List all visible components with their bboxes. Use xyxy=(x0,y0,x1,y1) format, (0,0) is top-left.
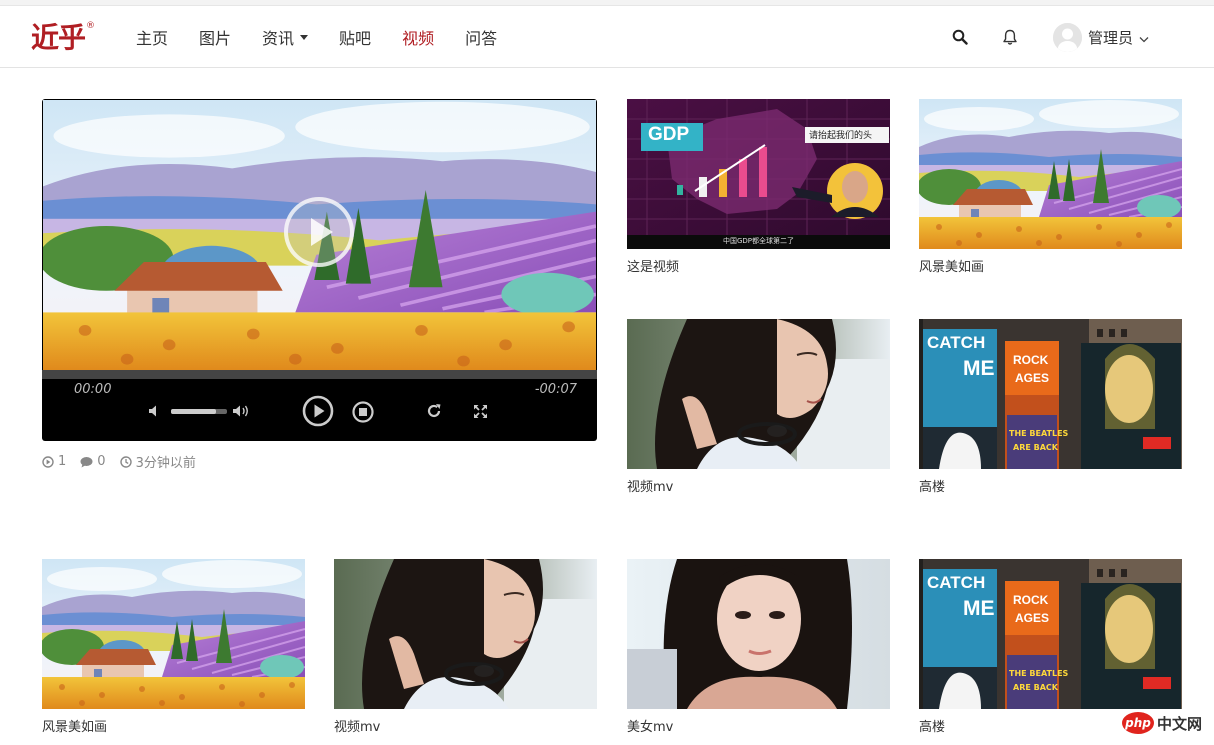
volume-up-icon xyxy=(233,405,248,417)
video-stats: 1 0 3分钟以前 xyxy=(42,452,210,471)
sign-text: ROCK xyxy=(1013,353,1049,367)
sign-text: CATCH xyxy=(927,333,986,352)
current-time: 00:00 xyxy=(74,382,112,397)
watermark-badge: php xyxy=(1122,712,1154,734)
notifications-button[interactable] xyxy=(998,6,1022,68)
video-thumbnail[interactable] xyxy=(919,99,1182,249)
nav-item-news-label: 资讯 xyxy=(262,29,295,48)
video-card[interactable]: 风景美如画 xyxy=(42,559,305,735)
volume-slider[interactable] xyxy=(171,409,227,414)
nav-item-qa[interactable]: 问答 xyxy=(465,25,497,49)
video-card[interactable]: 美女mv xyxy=(627,559,890,735)
video-title[interactable]: 美女mv xyxy=(627,716,890,735)
video-card[interactable]: 视频mv xyxy=(627,319,890,495)
comment-count: 0 xyxy=(80,454,106,469)
comment-count-value: 0 xyxy=(97,454,106,469)
thumbnail-speech-bubble: 请抬起我们的头 xyxy=(809,131,873,141)
bell-icon xyxy=(998,25,1022,49)
video-thumbnail[interactable] xyxy=(334,559,597,709)
nav-item-video[interactable]: 视频 xyxy=(402,25,434,49)
video-card[interactable]: 视频mv xyxy=(334,559,597,735)
video-title[interactable]: 风景美如画 xyxy=(919,256,1182,275)
video-card[interactable]: GDP 请抬起我们的头 中国GDP都全球第二了 这是视频 xyxy=(627,99,890,275)
clock-icon xyxy=(119,455,132,468)
fullscreen-button[interactable] xyxy=(471,402,489,420)
main-nav: 主页 图片 资讯 贴吧 视频 问答 xyxy=(136,6,528,68)
stop-icon xyxy=(352,401,374,423)
video-title[interactable]: 高楼 xyxy=(919,476,1182,495)
video-card[interactable]: 风景美如画 xyxy=(919,99,1182,275)
logo-registered-mark: ® xyxy=(86,21,96,31)
sign-text: ME xyxy=(963,597,995,620)
video-thumbnail[interactable]: GDP 请抬起我们的头 中国GDP都全球第二了 xyxy=(627,99,890,249)
site-logo[interactable]: 近乎 ® xyxy=(31,20,95,56)
nav-item-news-dropdown[interactable]: 资讯 xyxy=(262,25,309,49)
play-count: 1 xyxy=(42,454,66,469)
sign-text: CATCH xyxy=(927,573,986,592)
video-frame[interactable] xyxy=(43,100,596,370)
nav-item-images[interactable]: 图片 xyxy=(199,25,231,49)
thumbnail-gdp-badge: GDP xyxy=(648,124,690,145)
video-thumbnail[interactable]: CATCH ME ROCK AGES THE BEATLES ARE BACK xyxy=(919,559,1182,709)
user-menu[interactable]: 管理员 xyxy=(1053,6,1149,68)
sign-text: ME xyxy=(963,357,995,380)
search-button[interactable] xyxy=(948,6,972,68)
video-title[interactable]: 风景美如画 xyxy=(42,716,305,735)
volume-up-button[interactable] xyxy=(231,401,251,421)
top-navbar: 近乎 ® 主页 图片 资讯 贴吧 视频 问答 管理员 xyxy=(0,6,1214,68)
sign-text: ARE BACK xyxy=(1013,443,1058,452)
video-card[interactable]: CATCH ME ROCK AGES THE BEATLES ARE BACK … xyxy=(919,319,1182,495)
video-player[interactable]: 00:00 -00:07 xyxy=(42,99,597,441)
video-thumbnail[interactable]: CATCH ME ROCK AGES THE BEATLES ARE BACK xyxy=(919,319,1182,469)
video-title[interactable]: 这是视频 xyxy=(627,256,890,275)
sign-text: ROCK xyxy=(1013,593,1049,607)
fullscreen-icon xyxy=(473,404,487,418)
mute-icon xyxy=(149,405,156,417)
volume-fill xyxy=(171,409,216,414)
posted-time-value: 3分钟以前 xyxy=(135,456,196,471)
nav-item-home[interactable]: 主页 xyxy=(136,25,168,49)
progress-bar[interactable] xyxy=(42,370,597,379)
big-play-button[interactable] xyxy=(284,197,354,267)
stop-button[interactable] xyxy=(351,400,375,424)
video-thumbnail[interactable] xyxy=(627,559,890,709)
sign-text: AGES xyxy=(1015,611,1050,625)
avatar xyxy=(1053,22,1082,52)
thumbnail-subtitle: 中国GDP都全球第二了 xyxy=(722,237,795,245)
reload-icon xyxy=(427,404,441,418)
play-icon xyxy=(302,395,334,427)
video-title[interactable]: 视频mv xyxy=(334,716,597,735)
play-circle-icon xyxy=(42,455,54,468)
play-icon xyxy=(311,218,333,246)
posted-time: 3分钟以前 xyxy=(119,452,196,471)
nav-item-forum[interactable]: 贴吧 xyxy=(339,25,371,49)
remaining-time: -00:07 xyxy=(534,382,577,397)
caret-down-icon xyxy=(300,34,309,40)
play-count-value: 1 xyxy=(58,454,67,469)
logo-text: 近乎 xyxy=(31,21,86,54)
search-icon xyxy=(948,25,972,49)
video-thumbnail[interactable] xyxy=(627,319,890,469)
sign-text: AGES xyxy=(1015,371,1050,385)
video-card[interactable]: CATCH ME ROCK AGES THE BEATLES ARE BACK … xyxy=(919,559,1182,735)
video-title[interactable]: 视频mv xyxy=(627,476,890,495)
chevron-down-icon xyxy=(1139,28,1149,47)
sign-text: ARE BACK xyxy=(1013,683,1058,692)
watermark-text: 中文网 xyxy=(1157,714,1203,733)
play-button[interactable] xyxy=(302,395,334,427)
site-watermark: php 中文网 xyxy=(1122,712,1202,734)
sign-text: THE BEATLES xyxy=(1009,669,1069,678)
video-thumbnail[interactable] xyxy=(42,559,305,709)
reload-button[interactable] xyxy=(425,402,443,420)
mute-button[interactable] xyxy=(146,402,164,420)
user-name: 管理员 xyxy=(1088,28,1134,47)
sign-text: THE BEATLES xyxy=(1009,429,1069,438)
comment-icon xyxy=(80,456,93,467)
